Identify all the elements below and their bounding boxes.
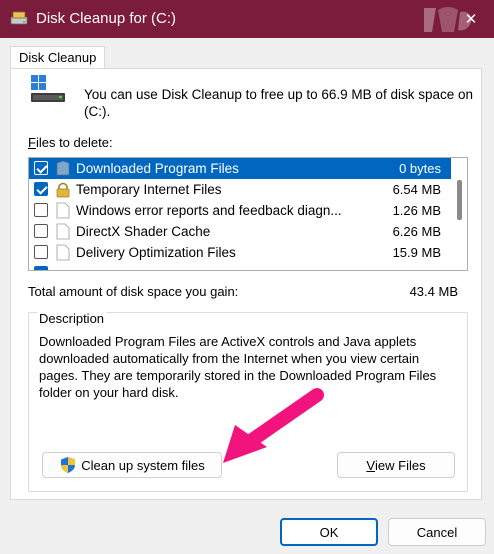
checkbox-temporary-internet-files[interactable]: [34, 182, 48, 196]
clean-up-system-files-label: Clean up system files: [81, 457, 205, 473]
file-name: DirectX Shader Cache: [76, 224, 211, 239]
file-row-downloaded-program-files[interactable]: Downloaded Program Files 0 bytes: [29, 158, 451, 179]
files-label-rest: iles to delete:: [35, 135, 113, 150]
view-files-button[interactable]: View Files: [337, 452, 455, 478]
uac-shield-icon: [61, 457, 76, 473]
view-files-label: iew Files: [375, 457, 426, 473]
file-row-windows-error-reports[interactable]: Windows error reports and feedback diagn…: [29, 200, 451, 221]
file-size: 6.54 MB: [392, 182, 441, 197]
folder-icon: [56, 160, 70, 176]
description-legend: Description: [37, 311, 107, 326]
file-row-directx-shader-cache[interactable]: DirectX Shader Cache 6.26 MB: [29, 221, 451, 242]
scrollbar-thumb[interactable]: [457, 180, 462, 220]
file-size: 0 bytes: [399, 161, 441, 176]
total-value: 43.4 MB: [409, 284, 458, 299]
file-name: Delivery Optimization Files: [76, 245, 236, 260]
file-row-delivery-optimization-files[interactable]: Delivery Optimization Files 15.9 MB: [29, 242, 451, 263]
files-list[interactable]: Downloaded Program Files 0 bytes Tempora…: [28, 157, 468, 271]
disk-cleanup-panel: You can use Disk Cleanup to free up to 6…: [10, 68, 482, 500]
checkbox-delivery-optimization-files[interactable]: [34, 245, 48, 259]
checkbox-partial-row[interactable]: [34, 266, 48, 270]
file-row-partial[interactable]: [29, 263, 451, 270]
file-row-temporary-internet-files[interactable]: Temporary Internet Files 6.54 MB: [29, 179, 451, 200]
drive-icon: [31, 75, 65, 102]
disk-cleanup-app-icon: [10, 11, 28, 25]
files-to-delete-label: Files to delete:: [28, 135, 113, 150]
window-title: Disk Cleanup for (C:): [36, 10, 177, 27]
file-name: Windows error reports and feedback diagn…: [76, 203, 342, 218]
file-size: 1.26 MB: [392, 203, 441, 218]
tab-disk-cleanup[interactable]: Disk Cleanup: [10, 46, 106, 69]
file-name: Temporary Internet Files: [76, 182, 222, 197]
title-bar[interactable]: Disk Cleanup for (C:) ✕: [0, 0, 494, 38]
close-icon: ✕: [464, 11, 478, 28]
checkbox-downloaded-program-files[interactable]: [34, 161, 48, 175]
view-files-accesskey: V: [366, 457, 376, 473]
cancel-button[interactable]: Cancel: [388, 518, 486, 546]
document-icon: [56, 223, 70, 240]
file-size: 15.9 MB: [392, 245, 441, 260]
disk-cleanup-window: Disk Cleanup for (C:) ✕ Disk Cleanup You…: [0, 0, 494, 554]
checkbox-directx-shader-cache[interactable]: [34, 224, 48, 238]
total-label: Total amount of disk space you gain:: [28, 284, 239, 299]
tab-strip: Disk Cleanup: [0, 38, 494, 69]
close-button[interactable]: ✕: [448, 0, 494, 38]
document-icon: [56, 244, 70, 261]
lock-icon: [56, 182, 70, 198]
clean-up-system-files-button[interactable]: Clean up system files: [42, 452, 222, 478]
list-scrollbar[interactable]: [451, 158, 467, 270]
description-text: Downloaded Program Files are ActiveX con…: [39, 334, 437, 400]
file-size: 6.26 MB: [392, 224, 441, 239]
document-icon: [56, 202, 70, 219]
ok-button[interactable]: OK: [280, 518, 378, 546]
files-label-accesskey: F: [28, 135, 36, 150]
checkbox-windows-error-reports[interactable]: [34, 203, 48, 217]
info-text: You can use Disk Cleanup to free up to 6…: [84, 87, 473, 119]
file-name: Downloaded Program Files: [76, 161, 239, 176]
